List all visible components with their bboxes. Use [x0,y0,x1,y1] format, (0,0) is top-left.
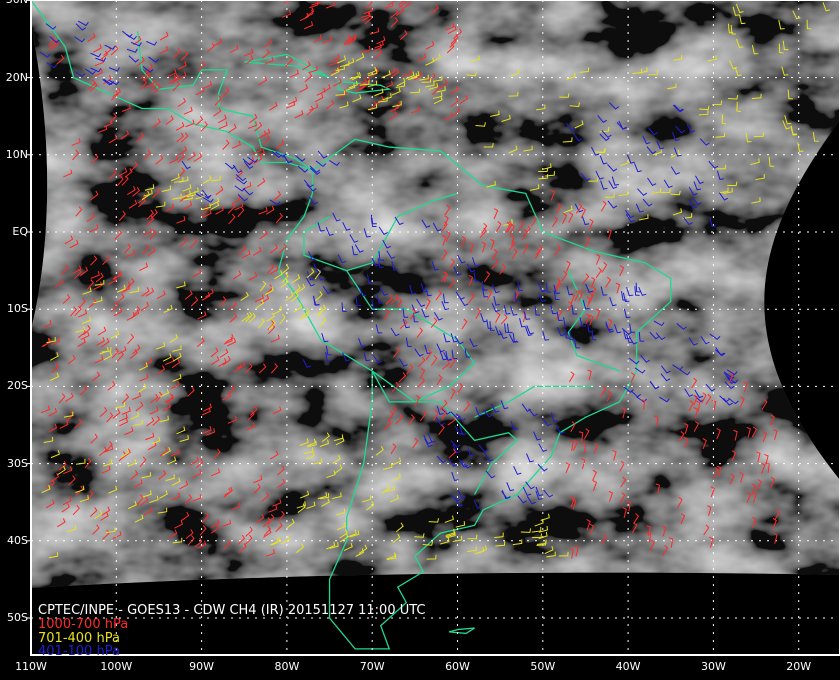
lon-label: 30W [700,660,726,673]
lon-label: 20W [786,660,812,673]
lon-label: 50W [530,660,556,673]
lon-label: 100W [100,660,133,673]
lat-label: 20N [5,70,28,84]
satellite-wind-map [0,0,840,680]
lat-label: 10N [5,147,28,161]
lon-label: 40W [615,660,641,673]
map-title: CPTEC/INPE - GOES13 - CDW CH4 (IR) 20151… [38,603,426,618]
lat-label: 10S [7,302,28,316]
lon-label: 80W [274,660,300,673]
lat-label: 20S [7,379,28,393]
legend-upper-level: 401-100 hPa [38,644,120,659]
lon-label: 90W [189,660,215,673]
lat-label: 30S [7,456,28,470]
lat-label: 50S [7,611,28,624]
lon-label: 60W [445,660,470,673]
lat-label: 40S [7,533,28,547]
lat-label: EQ [12,225,28,238]
lon-label: 110W [15,660,47,673]
lon-label: 70W [359,660,385,673]
legend-low-level: 1000-700 hPa [38,617,129,632]
lat-label: 30N [2,0,28,6]
